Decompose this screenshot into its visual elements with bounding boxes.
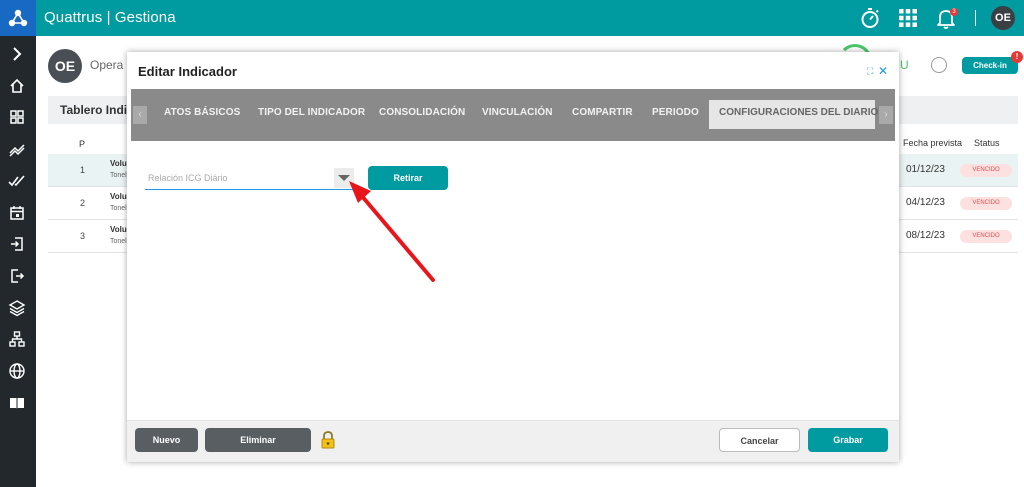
tab-consolidacion[interactable]: CONSOLIDACIÓN: [379, 107, 465, 118]
org-chart-icon[interactable]: [8, 330, 26, 348]
row-unit: Tonel: [110, 172, 127, 179]
logo-icon: [8, 9, 28, 27]
tab-configuraciones-diario-label: CONFIGURACIONES DEL DIARIO: [719, 107, 879, 118]
nuevo-button[interactable]: Nuevo: [135, 428, 198, 452]
profile-avatar: OE: [48, 49, 82, 83]
edit-indicator-modal: Editar Indicador ⛶ ✕ ‹ ATOS BÁSICOS TIPO…: [127, 52, 899, 462]
top-bar: Quattrus | Gestiona 3 OE: [0, 0, 1024, 36]
column-header-p: P: [79, 139, 86, 149]
column-header-fecha: Fecha prevista: [903, 138, 963, 148]
close-icon[interactable]: ✕: [878, 64, 888, 78]
row-name: Volu: [110, 192, 127, 201]
home-icon[interactable]: [8, 77, 26, 95]
row-date: 08/12/23: [906, 230, 945, 241]
row-number: 1: [80, 165, 86, 175]
progress-letter: U: [900, 58, 909, 72]
chevron-down-icon: [338, 175, 350, 181]
retirar-button[interactable]: Retirar: [368, 166, 448, 190]
row-number: 2: [80, 198, 86, 208]
modal-footer: Nuevo Eliminar Cancelar Grabar: [127, 420, 899, 462]
chevron-right-icon[interactable]: [8, 45, 26, 63]
apps-grid-icon[interactable]: [896, 6, 920, 30]
trend-icon[interactable]: [8, 140, 26, 158]
relacion-icg-select[interactable]: Relación ICG Diário: [145, 168, 357, 190]
app-logo[interactable]: [0, 0, 36, 36]
row-unit: Tonel: [110, 205, 127, 212]
sidebar: [0, 36, 36, 487]
tab-vinculacion[interactable]: VINCULACIÓN: [482, 107, 553, 118]
status-badge: VENCIDO: [960, 230, 1012, 243]
tab-datos-basicos[interactable]: ATOS BÁSICOS: [164, 107, 240, 118]
tab-configuraciones-diario[interactable]: CONFIGURACIONES DEL DIARIO: [709, 100, 879, 129]
tab-tipo-indicador[interactable]: TIPO DEL INDICADOR: [258, 107, 365, 118]
relacion-icg-placeholder: Relación ICG Diário: [148, 173, 228, 183]
dashboard-icon[interactable]: [8, 108, 26, 126]
eliminar-button[interactable]: Eliminar: [205, 428, 311, 452]
row-date: 01/12/23: [906, 164, 945, 175]
layers-icon[interactable]: [8, 299, 26, 317]
dropdown-toggle[interactable]: [334, 168, 354, 188]
user-avatar[interactable]: OE: [991, 6, 1015, 30]
expand-icon[interactable]: ⛶: [867, 66, 873, 77]
calendar-icon[interactable]: [8, 204, 26, 222]
row-number: 3: [80, 231, 86, 241]
row-name: Volu: [110, 159, 127, 168]
header-divider: [975, 10, 976, 26]
column-header-status: Status: [974, 138, 1000, 148]
status-badge: VENCIDO: [960, 164, 1012, 177]
row-name: Volu: [110, 225, 127, 234]
tab-periodo[interactable]: PERIODO: [652, 107, 699, 118]
status-badge: VENCIDO: [960, 197, 1012, 210]
cancelar-button[interactable]: Cancelar: [719, 428, 800, 452]
tab-scroll-right-icon[interactable]: ›: [879, 106, 893, 124]
login-icon[interactable]: [8, 235, 26, 253]
book-icon[interactable]: [8, 394, 26, 412]
modal-tab-bar: ‹ ATOS BÁSICOS TIPO DEL INDICADOR CONSOL…: [131, 89, 895, 141]
checkin-alert-badge: !: [1011, 51, 1023, 63]
checkin-button[interactable]: Check-in: [962, 57, 1018, 74]
tab-compartir[interactable]: COMPARTIR: [572, 107, 633, 118]
double-check-icon[interactable]: [8, 172, 26, 190]
logout-icon[interactable]: [8, 267, 26, 285]
stopwatch-icon[interactable]: [858, 6, 882, 30]
row-unit: Tonel: [110, 238, 127, 245]
tab-scroll-left-icon[interactable]: ‹: [133, 106, 147, 124]
lock-icon[interactable]: [320, 431, 336, 449]
row-date: 04/12/23: [906, 197, 945, 208]
grabar-button[interactable]: Grabar: [808, 428, 888, 452]
globe-icon[interactable]: [8, 362, 26, 380]
app-title: Quattrus | Gestiona: [44, 9, 176, 26]
modal-title: Editar Indicador: [138, 64, 237, 79]
notification-count-badge: 3: [950, 8, 958, 16]
user-switch-icon[interactable]: [931, 57, 947, 73]
